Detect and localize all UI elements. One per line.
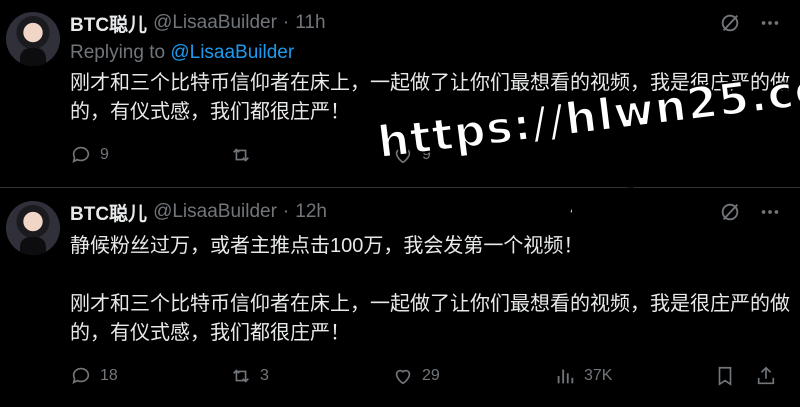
grok-icon[interactable]: [719, 201, 741, 223]
tweet-card[interactable]: BTC聪儿 @LisaaBuilder · 12h 静候粉丝过万，或者主推点击1…: [0, 189, 800, 407]
views-chart-icon: [557, 369, 574, 384]
tweet-actions: 9 9: [70, 143, 790, 167]
tweet-text-line: 刚才和三个比特币信仰者在床上，一起做了让你们最想看的视频，我是很庄严的做的，有仪…: [70, 72, 790, 123]
reply-icon: [72, 146, 90, 163]
like-button[interactable]: 29: [392, 364, 440, 388]
replying-to: Replying to @LisaaBuilder: [70, 42, 294, 64]
tweet-text-line: 刚才和三个比特币信仰者在床上，一起做了让你们最想看的视频，我是很庄严的做的，有仪…: [70, 293, 790, 344]
share-icon: [757, 366, 775, 385]
retweet-icon: [233, 148, 249, 162]
like-count: 29: [422, 367, 440, 384]
tweet-header: BTC聪儿 @LisaaBuilder · 12h: [70, 199, 327, 225]
timestamp[interactable]: 12h: [295, 201, 327, 223]
like-count: 9: [422, 146, 431, 163]
bookmark-button[interactable]: [714, 364, 736, 388]
tweet-text-blank-line: [70, 261, 790, 290]
bookmark-icon: [718, 366, 732, 386]
tweet-text-line: 静候粉丝过万，或者主推点击100万，我会发第一个视频！: [70, 235, 584, 257]
reply-count: 18: [100, 367, 118, 384]
more-icon[interactable]: [758, 201, 782, 223]
grok-icon[interactable]: [719, 12, 741, 34]
heart-icon: [395, 148, 411, 164]
avatar[interactable]: [6, 12, 60, 66]
author-name[interactable]: BTC聪儿: [70, 10, 147, 37]
separator-dot: ·: [282, 201, 290, 222]
reply-button[interactable]: 18: [70, 364, 118, 388]
replying-to-mention[interactable]: @LisaaBuilder: [170, 42, 294, 63]
reply-count: 9: [100, 146, 109, 163]
retweet-count: 3: [260, 367, 269, 384]
heart-icon: [395, 369, 411, 385]
share-button[interactable]: [755, 364, 777, 388]
author-handle[interactable]: @LisaaBuilder: [153, 12, 277, 34]
like-button[interactable]: 9: [392, 143, 431, 167]
timestamp[interactable]: 11h: [295, 12, 325, 34]
author-name[interactable]: BTC聪儿: [70, 199, 147, 226]
separator-dot: ·: [282, 12, 290, 33]
reply-icon: [72, 367, 90, 384]
avatar[interactable]: [6, 201, 60, 255]
replying-to-label: Replying to: [70, 42, 171, 63]
reply-button[interactable]: 9: [70, 143, 109, 167]
views-count: 37K: [584, 367, 613, 384]
retweet-icon: [233, 369, 249, 383]
more-icon[interactable]: [758, 12, 782, 34]
retweet-button[interactable]: [230, 143, 260, 167]
tweet-header: BTC聪儿 @LisaaBuilder · 11h: [70, 10, 326, 36]
retweet-button[interactable]: 3: [230, 364, 269, 388]
author-handle[interactable]: @LisaaBuilder: [153, 201, 277, 223]
tweet-text: 静候粉丝过万，或者主推点击100万，我会发第一个视频！ 刚才和三个比特币信仰者在…: [70, 232, 790, 348]
tweet-text: 刚才和三个比特币信仰者在床上，一起做了让你们最想看的视频，我是很庄严的做的，有仪…: [70, 69, 790, 127]
tweet-actions: 18 3 29 37K: [70, 364, 790, 388]
tweet-card[interactable]: BTC聪儿 @LisaaBuilder · 11h Replying to @L…: [0, 0, 800, 188]
views-button[interactable]: 37K: [554, 364, 612, 388]
